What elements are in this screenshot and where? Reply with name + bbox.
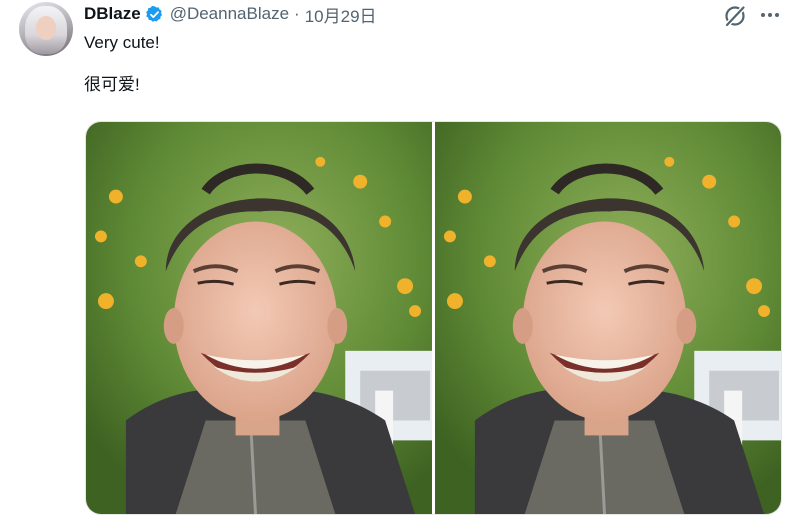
display-name[interactable]: DBlaze	[84, 4, 141, 24]
tweet-photo-2[interactable]	[435, 122, 781, 514]
avatar[interactable]	[19, 2, 73, 56]
header-separator: ·	[294, 4, 300, 23]
tweet-photo-1[interactable]	[86, 122, 432, 514]
post-date[interactable]: 10月29日	[305, 2, 377, 27]
avatar-face	[36, 16, 56, 40]
grok-icon[interactable]	[722, 3, 748, 29]
user-handle[interactable]: @DeannaBlaze	[170, 4, 289, 24]
more-dot	[761, 13, 765, 17]
tweet-text-line-1: Very cute!	[84, 33, 160, 52]
more-dot	[775, 13, 779, 17]
photo-illustration	[86, 122, 432, 514]
verified-badge-icon	[145, 5, 162, 22]
photo-illustration	[435, 122, 781, 514]
more-icon[interactable]	[758, 5, 782, 25]
tweet-header: DBlaze @DeannaBlaze · 10月29日	[84, 2, 377, 27]
media-grid	[85, 121, 782, 515]
tweet-text-line-2: 很可爱!	[84, 75, 140, 94]
more-dot	[768, 13, 772, 17]
